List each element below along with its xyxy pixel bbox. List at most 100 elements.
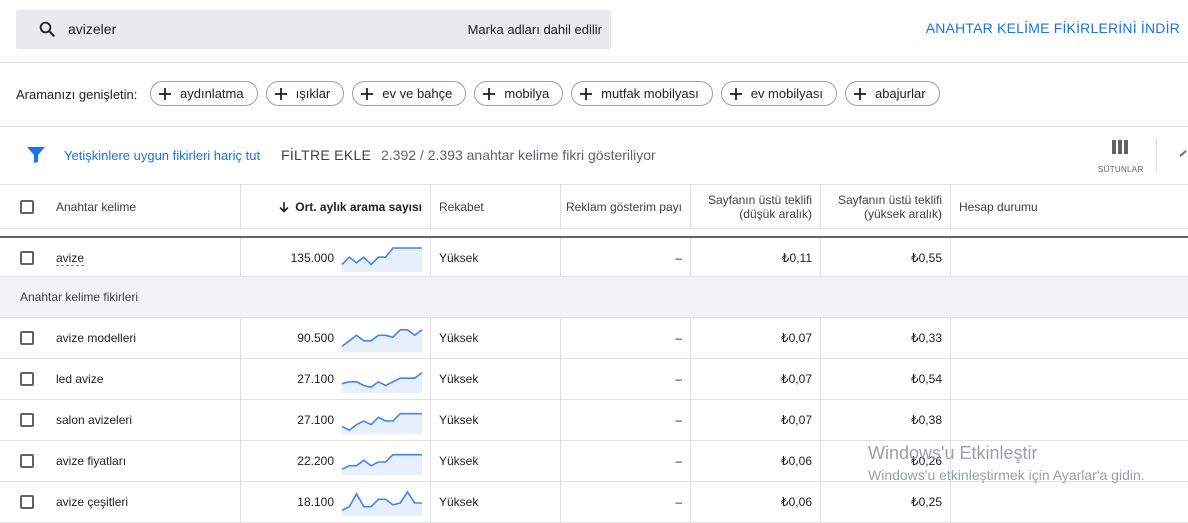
trend-sparkline [341,490,422,516]
bid-high-cell: ₺0,54 [911,372,942,386]
brand-names-note: Marka adları dahil edilir [467,22,602,37]
impression-share-cell: – [675,413,682,427]
keyword-idea-row[interactable]: avize çeşitleri 18.100 Yüksek – ₺0,06 ₺0,25 [0,482,1188,523]
broaden-chip[interactable]: ışıklar [265,81,345,106]
chevron-up-icon[interactable] [1178,148,1188,158]
keyword-cell[interactable]: salon avizeleri [56,400,132,440]
keyword-idea-row[interactable]: salon avizeleri 27.100 Yüksek – ₺0,07 ₺0,38 [0,400,1188,441]
row-checkbox-cell[interactable] [20,238,34,278]
broaden-chip[interactable]: ev mobilyası [720,81,837,106]
row-checkbox-cell[interactable] [20,482,34,522]
row-checkbox-cell[interactable] [20,318,34,358]
searches-cell: 27.100 [297,372,334,386]
select-all-checkbox[interactable] [20,199,34,214]
trend-sparkline [341,453,422,475]
keyword-cell[interactable]: led avize [56,359,103,399]
chip-label: ışıklar [295,86,331,101]
row-checkbox[interactable] [20,372,34,386]
broaden-chip[interactable]: mobilya [474,81,564,106]
chip-label: ev mobilyası [750,86,823,101]
row-checkbox-cell[interactable] [20,400,34,440]
impression-share-cell: – [675,251,682,265]
searches-cell: 135.000 [290,251,334,265]
row-checkbox-cell[interactable] [20,441,34,481]
keyword-idea-row[interactable]: avize modelleri 90.500 Yüksek – ₺0,07 ₺0,33 [0,318,1188,359]
search-icon [39,21,55,37]
table-header: Anahtar kelime Ort. aylık arama sayısı R… [0,184,1188,229]
broaden-chip[interactable]: mutfak mobilyası [571,81,713,106]
broaden-chip[interactable]: ev ve bahçe [352,81,467,106]
chip-label: aydınlatma [180,86,244,101]
keyword-text[interactable]: avize [56,251,85,266]
impression-share-cell: – [675,495,682,509]
keyword-text[interactable]: avize modelleri [56,331,136,345]
download-keyword-ideas-link[interactable]: ANAHTAR KELİME FİKİRLERİNİ İNDİR [926,20,1180,36]
trend-sparkline [341,412,422,434]
keyword-cell[interactable]: avize çeşitleri [56,482,128,522]
bid-low-cell: ₺0,11 [781,251,812,265]
broaden-chip[interactable]: aydınlatma [150,81,258,106]
chip-label: mutfak mobilyası [601,86,699,101]
searches-cell: 22.200 [297,454,334,468]
competition-cell: Yüksek [439,413,479,427]
keyword-text[interactable]: led avize [56,372,103,386]
row-checkbox[interactable] [20,413,34,427]
header-searches-label: Ort. aylık arama sayısı [295,199,422,214]
keyword-text[interactable]: salon avizeleri [56,413,132,427]
competition-cell: Yüksek [439,454,479,468]
competition-cell: Yüksek [439,251,479,265]
plus-icon [361,87,374,100]
impression-share-cell: – [675,454,682,468]
ideas-count-text: 2.392 / 2.393 anahtar kelime fikri göste… [381,147,656,163]
row-checkbox[interactable] [20,331,34,345]
row-checkbox[interactable] [20,251,34,265]
searches-cell: 18.100 [297,495,334,509]
filter-icon[interactable] [26,146,46,164]
searches-cell: 27.100 [297,413,334,427]
plus-icon [853,87,866,100]
provided-keyword-row[interactable]: avize 135.000 Yüksek – ₺0,11 ₺0,55 [0,236,1188,278]
section-label: Anahtar kelime fikirleri [20,290,139,304]
keyword-cell[interactable]: avize modelleri [56,318,136,358]
plus-icon [729,87,742,100]
arrow-down-icon [279,201,289,213]
exclude-adult-ideas-filter[interactable]: Yetişkinlere uygun fikirleri hariç tut [64,148,260,163]
keyword-text[interactable]: avize fiyatları [56,454,126,468]
searches-cell: 90.500 [297,331,334,345]
competition-cell: Yüksek [439,331,479,345]
toolbar-divider [1156,138,1157,171]
bid-low-cell: ₺0,06 [781,454,812,468]
header-top-bid-low[interactable]: Sayfanın üstü teklifi (düşük aralık) [690,185,820,228]
activation-watermark-title: Windows'u Etkinleştir [868,443,1038,463]
select-all-checkbox-cell[interactable] [20,185,34,228]
plus-icon [580,87,593,100]
header-keyword[interactable]: Anahtar kelime [56,185,136,228]
add-filter-button[interactable]: FİLTRE EKLE [281,147,371,163]
trend-sparkline [341,328,423,352]
keyword-cell[interactable]: avize [56,238,85,278]
row-checkbox-cell[interactable] [20,359,34,399]
keyword-cell[interactable]: avize fiyatları [56,441,126,481]
header-account-status[interactable]: Hesap durumu [959,185,1038,228]
header-top-bid-high[interactable]: Sayfanın üstü teklifi (yüksek aralık) [820,185,950,228]
columns-button-label[interactable]: SÜTUNLAR [1098,165,1144,174]
search-query[interactable]: avizeler [68,21,116,37]
keyword-search-bar[interactable]: avizeler Marka adları dahil edilir [16,10,611,49]
broaden-chips: aydınlatma ışıklar ev ve bahçe mobilya mutfa… [150,81,940,106]
bid-high-cell: ₺0,25 [911,495,942,509]
header-impression-share[interactable]: Reklam gösterim payı [560,185,690,228]
header-avg-monthly-searches[interactable]: Ort. aylık arama sayısı [240,185,430,228]
bid-high-cell: ₺0,38 [911,413,942,427]
chip-label: ev ve bahçe [382,86,453,101]
columns-icon[interactable] [1111,140,1129,154]
row-checkbox[interactable] [20,495,34,509]
keyword-idea-row[interactable]: led avize 27.100 Yüksek – ₺0,07 ₺0,54 [0,359,1188,400]
broaden-chip[interactable]: abajurlar [844,81,940,106]
header-competition[interactable]: Rekabet [439,185,484,228]
broaden-search-label: Aramanızı genişletin: [16,87,138,102]
row-checkbox[interactable] [20,454,34,468]
keyword-text[interactable]: avize çeşitleri [56,495,128,509]
trend-sparkline [341,372,423,393]
bid-low-cell: ₺0,07 [781,331,812,345]
bid-low-cell: ₺0,06 [781,495,812,509]
